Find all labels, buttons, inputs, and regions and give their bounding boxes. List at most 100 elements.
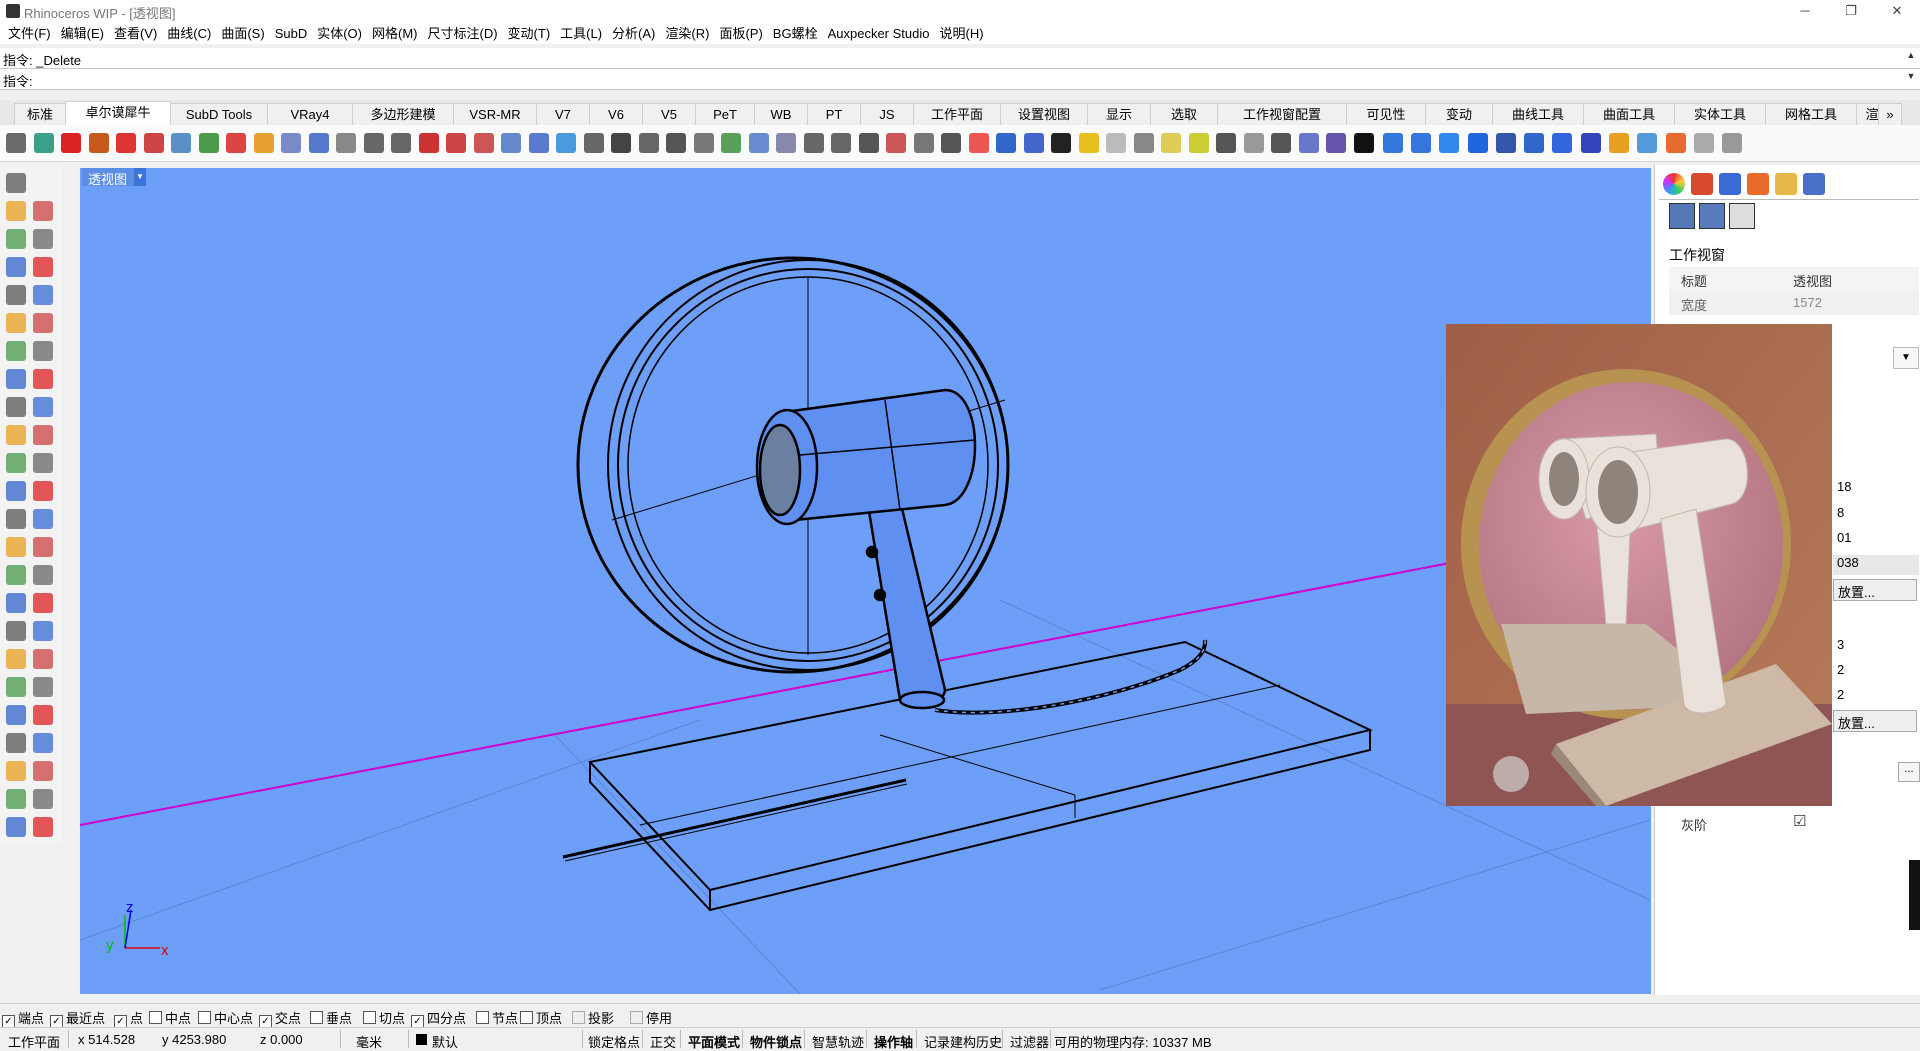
toolbar-tab[interactable]: 工作视窗配置 — [1217, 103, 1347, 126]
tool-icon[interactable] — [1665, 133, 1686, 153]
tool-icon[interactable] — [803, 133, 824, 153]
gumball-toggle[interactable]: 操作轴 — [874, 1032, 913, 1051]
left-tool-icon[interactable] — [6, 425, 26, 445]
grid-snap-toggle[interactable]: 锁定格点 — [588, 1032, 640, 1051]
cplane-status[interactable]: 工作平面 — [8, 1032, 60, 1051]
layer-status[interactable]: 默认 — [432, 1032, 458, 1051]
tool-icon[interactable] — [1243, 133, 1264, 153]
left-tool-icon[interactable] — [6, 369, 26, 389]
planar-toggle[interactable]: 平面模式 — [688, 1032, 740, 1051]
tool-icon[interactable] — [611, 133, 631, 153]
left-tool-icon[interactable] — [33, 481, 53, 501]
tool-icon[interactable] — [1637, 133, 1658, 153]
osnap-checkbox[interactable] — [363, 1011, 376, 1024]
osnap-6[interactable]: 垂点 — [310, 1008, 352, 1027]
left-tool-icon[interactable] — [33, 565, 53, 585]
tool-icon[interactable] — [858, 133, 879, 153]
menu-item[interactable]: 查看(V) — [109, 24, 162, 44]
menu-item[interactable]: 网格(M) — [367, 24, 423, 44]
tool-icon[interactable] — [1216, 133, 1236, 153]
tool-icon[interactable] — [1410, 133, 1431, 153]
tool-icon[interactable] — [941, 133, 961, 153]
menu-item[interactable]: 分析(A) — [607, 24, 660, 44]
osnap-4[interactable]: 中心点 — [198, 1008, 253, 1027]
osnap-checkbox[interactable] — [630, 1011, 643, 1024]
toolbar-tab[interactable]: 设置视图 — [1000, 103, 1088, 126]
camera-icon[interactable] — [1669, 203, 1695, 229]
toolbar-tab[interactable]: V5 — [642, 103, 696, 126]
toolbar-tab[interactable]: 标准 — [14, 103, 66, 126]
left-tool-icon[interactable] — [33, 733, 53, 753]
history-toggle[interactable]: 记录建构历史 — [924, 1032, 1002, 1051]
toolbar-tab[interactable]: 多边形建模 — [352, 103, 454, 126]
menu-item[interactable]: 说明(H) — [934, 24, 988, 44]
tool-icon[interactable] — [1051, 133, 1071, 153]
left-tool-icon[interactable] — [6, 397, 26, 417]
tool-icon[interactable] — [6, 133, 26, 153]
left-tool-icon[interactable] — [33, 285, 53, 305]
display-icon[interactable] — [1803, 173, 1825, 195]
tool-icon[interactable] — [336, 133, 356, 153]
left-tool-icon[interactable] — [33, 705, 53, 725]
tool-icon[interactable] — [1188, 133, 1209, 153]
left-tool-icon[interactable] — [6, 285, 26, 305]
osnap-5[interactable]: ✓ 交点 — [259, 1008, 301, 1028]
osnap-1[interactable]: ✓ 最近点 — [50, 1008, 105, 1028]
tool-icon[interactable] — [1524, 133, 1545, 153]
osnap-8[interactable]: ✓ 四分点 — [411, 1008, 466, 1028]
placement-button[interactable]: 放置... — [1833, 579, 1917, 601]
tool-icon[interactable] — [226, 133, 246, 153]
osnap-checkbox[interactable] — [572, 1011, 585, 1024]
tool-icon[interactable] — [583, 133, 604, 153]
left-tool-icon[interactable] — [33, 201, 53, 221]
left-tool-icon[interactable] — [6, 537, 26, 557]
tool-icon[interactable] — [171, 133, 191, 153]
osnap-toggle[interactable]: 物件锁点 — [750, 1032, 802, 1051]
left-tool-icon[interactable] — [33, 677, 53, 697]
toolbar-tab[interactable]: 选取 — [1150, 103, 1218, 126]
menu-item[interactable]: 曲线(C) — [162, 24, 216, 44]
tool-icon[interactable] — [198, 133, 219, 153]
tool-icon[interactable] — [1023, 133, 1044, 153]
tool-icon[interactable] — [528, 133, 549, 153]
menu-item[interactable]: 变动(T) — [503, 24, 556, 44]
viewport-canvas[interactable] — [80, 168, 1651, 994]
tool-icon[interactable] — [968, 133, 989, 153]
tool-icon[interactable] — [666, 133, 686, 153]
left-tool-icon[interactable] — [6, 229, 26, 249]
osnap-9[interactable]: 节点 — [476, 1008, 518, 1027]
tool-icon[interactable] — [1161, 133, 1181, 153]
tool-icon[interactable] — [1133, 133, 1154, 153]
left-tool-icon[interactable] — [6, 509, 26, 529]
perspective-viewport[interactable]: x y z — [80, 168, 1651, 994]
tool-icon[interactable] — [1495, 133, 1516, 153]
tool-icon[interactable] — [446, 133, 466, 153]
tool-icon[interactable] — [638, 133, 659, 153]
tool-icon[interactable] — [1552, 133, 1573, 153]
tool-icon[interactable] — [1722, 133, 1743, 153]
placement-button-2[interactable]: 放置... — [1833, 710, 1917, 732]
command-line[interactable]: 指令: ▼ — [0, 69, 1920, 90]
toolbar-tab[interactable]: VRay4 — [267, 103, 353, 126]
menu-item[interactable]: Auxpecker Studio — [823, 24, 935, 44]
tool-icon[interactable] — [418, 133, 439, 153]
toolbar-tab[interactable]: WB — [754, 103, 808, 126]
left-tool-icon[interactable] — [33, 257, 53, 277]
tool-icon[interactable] — [748, 133, 769, 153]
tool-icon[interactable] — [1580, 133, 1601, 153]
left-tool-icon[interactable] — [33, 817, 53, 837]
browse-button[interactable]: ... — [1898, 762, 1920, 782]
viewport-tab[interactable]: 透视图 ▼ — [82, 168, 146, 187]
tool-icon[interactable] — [473, 133, 494, 153]
osnap-7[interactable]: 切点 — [363, 1008, 405, 1027]
left-tool-icon[interactable] — [33, 453, 53, 473]
tool-icon[interactable] — [1693, 133, 1714, 153]
osnap-11[interactable]: 投影 — [572, 1008, 614, 1027]
tool-icon[interactable] — [996, 133, 1016, 153]
toolbar-tab[interactable]: 可见性 — [1346, 103, 1426, 126]
left-tool-icon[interactable] — [33, 593, 53, 613]
menu-item[interactable]: 尺寸标注(D) — [423, 24, 503, 44]
toolbar-tab[interactable]: 实体工具 — [1674, 103, 1766, 126]
dropdown-chevron-icon[interactable]: ▼ — [1893, 347, 1919, 369]
tool-icon[interactable] — [1298, 133, 1319, 153]
